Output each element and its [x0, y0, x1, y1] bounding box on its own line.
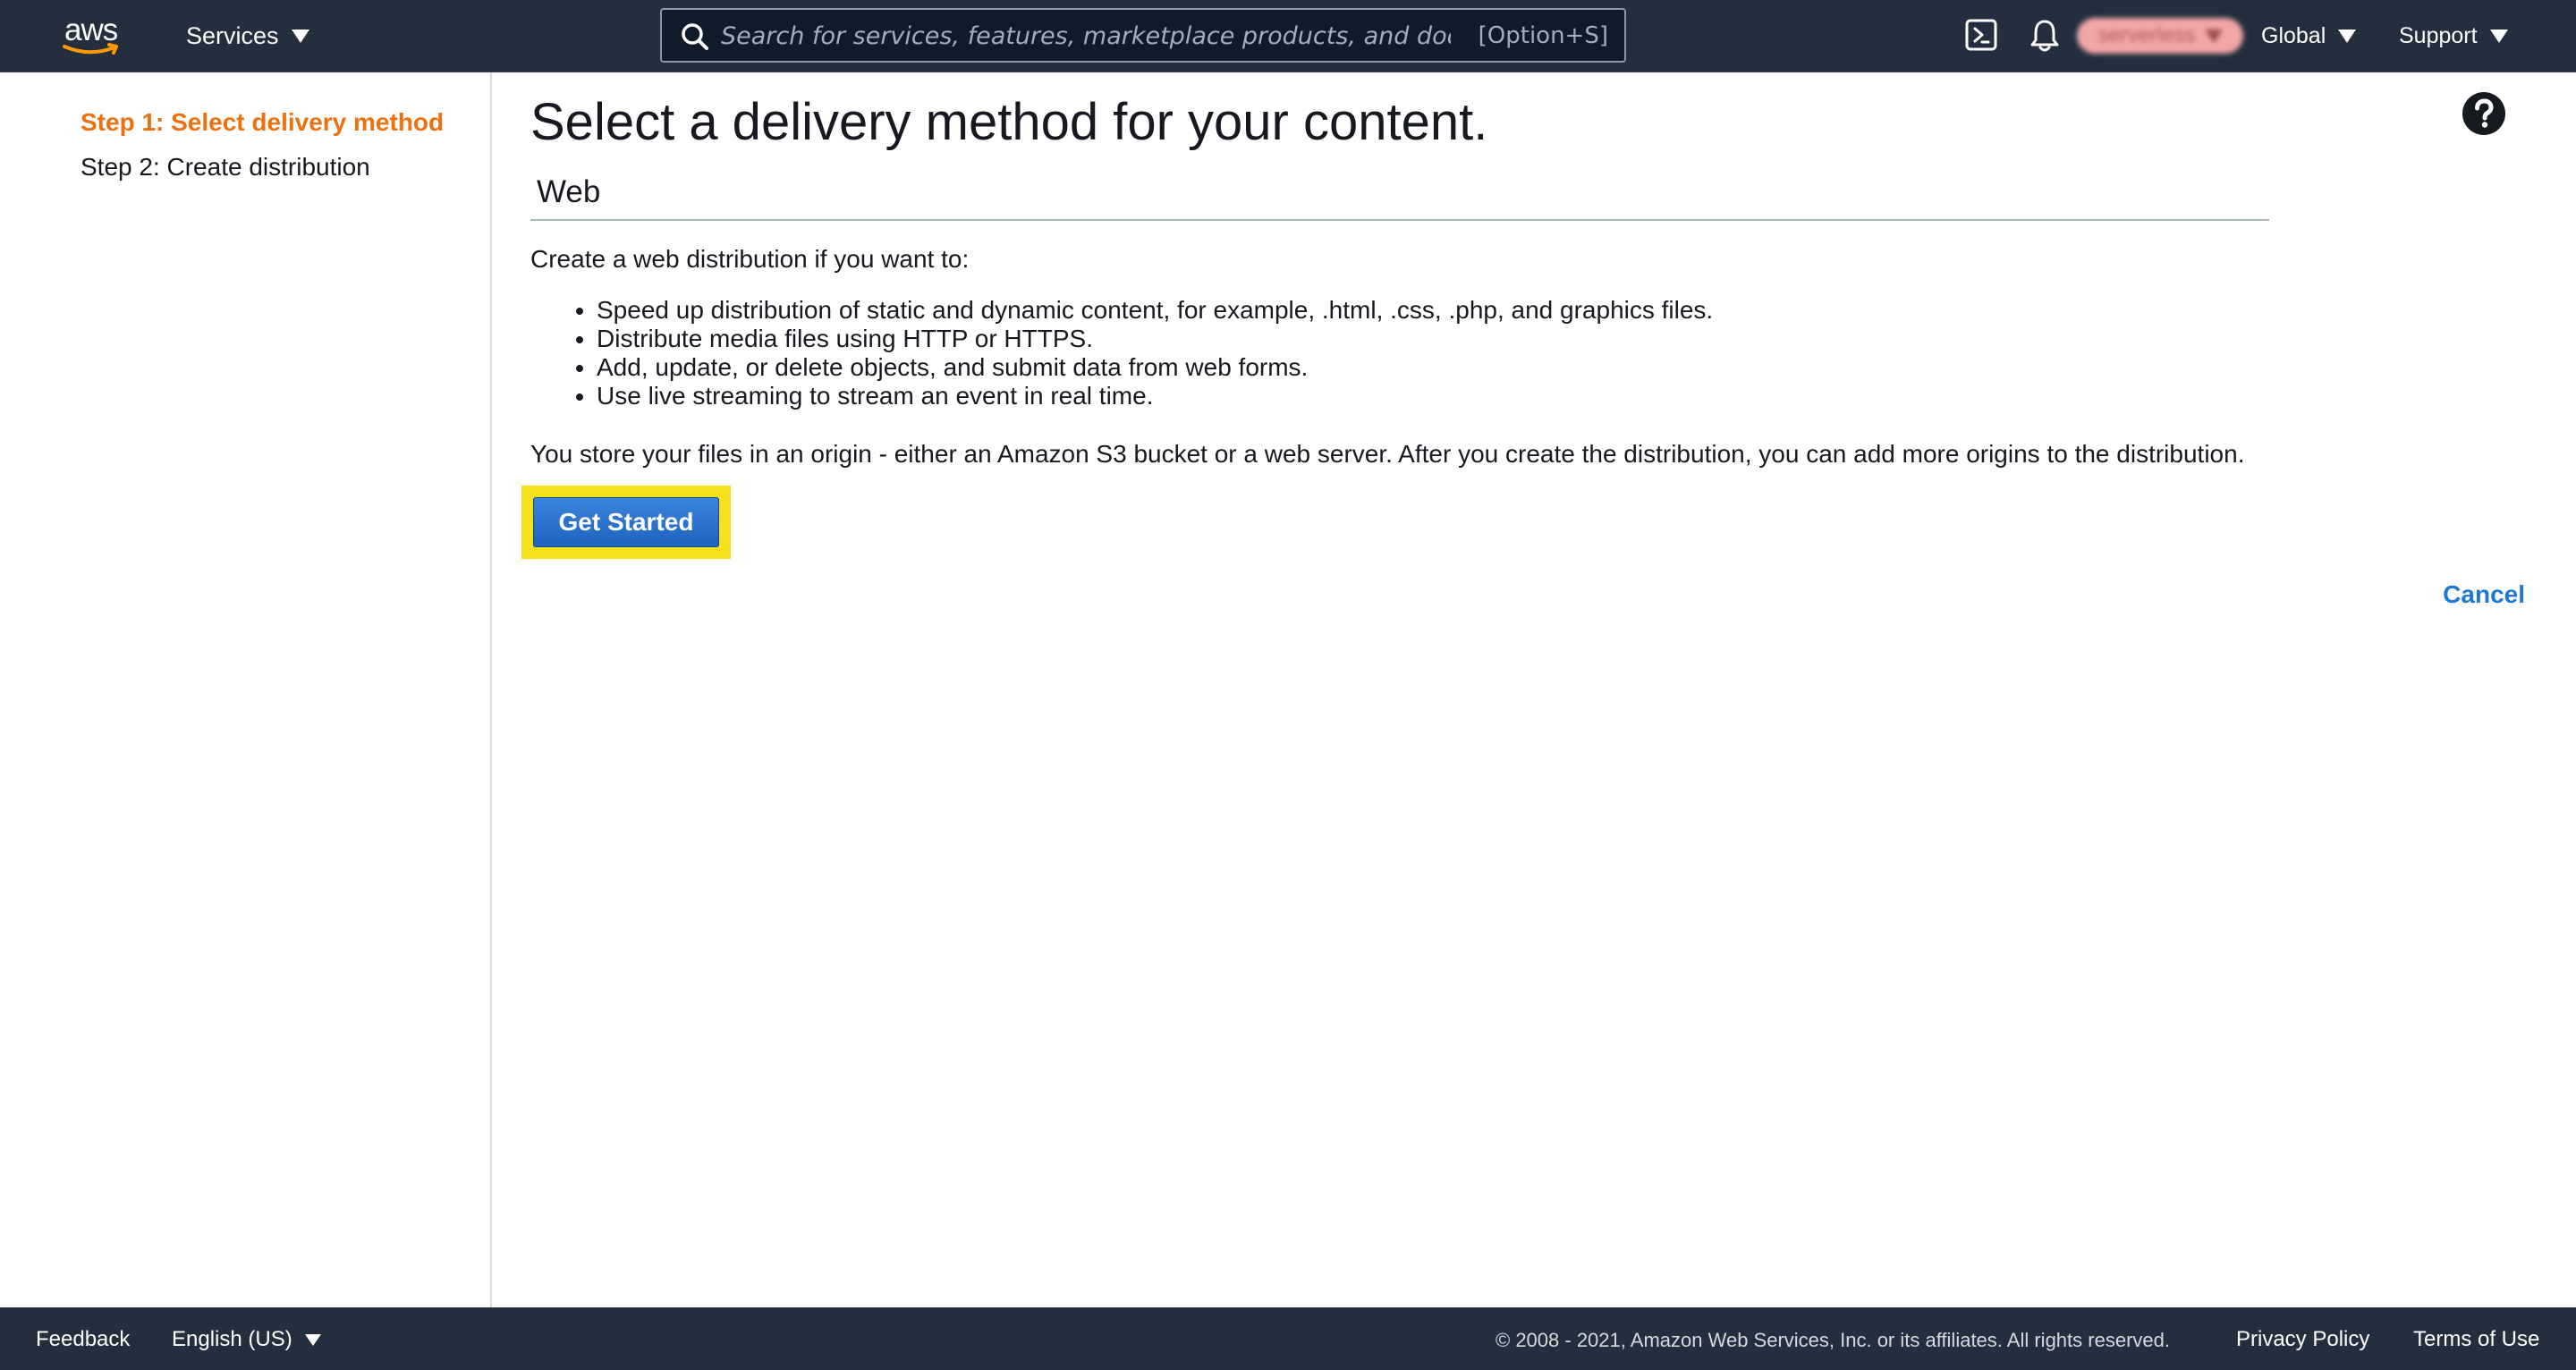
web-distribution-uses-list: Speed up distribution of static and dyna…	[530, 296, 1713, 410]
copyright-text: © 2008 - 2021, Amazon Web Services, Inc.…	[1496, 1329, 2170, 1351]
region-label: Global	[2261, 22, 2326, 48]
chevron-down-icon	[304, 1333, 321, 1346]
section-divider	[530, 219, 2269, 221]
get-started-button[interactable]: Get Started	[533, 497, 719, 547]
language-label: English (US)	[172, 1327, 292, 1351]
aws-smile-icon	[63, 43, 118, 55]
search-input[interactable]	[719, 17, 1453, 55]
services-menu[interactable]: Services	[186, 18, 309, 54]
footer: Feedback English (US) © 2008 - 2021, Ama…	[0, 1307, 2576, 1370]
account-name: serverless	[2097, 23, 2196, 47]
main-content: Select a delivery method for your conten…	[494, 72, 2576, 1307]
list-item: Use live streaming to stream an event in…	[597, 382, 1713, 410]
chevron-down-icon	[2204, 29, 2223, 43]
terms-of-use-link[interactable]: Terms of Use	[2413, 1327, 2539, 1352]
help-icon[interactable]	[2462, 91, 2506, 136]
intro-text: Create a web distribution if you want to…	[530, 245, 970, 273]
support-menu[interactable]: Support	[2399, 18, 2508, 54]
language-selector[interactable]: English (US)	[172, 1327, 321, 1352]
chevron-down-icon	[291, 29, 309, 43]
cancel-link[interactable]: Cancel	[2443, 580, 2525, 609]
feedback-link[interactable]: Feedback	[36, 1327, 130, 1352]
region-menu[interactable]: Global	[2261, 18, 2357, 54]
search-bar[interactable]: [Option+S]	[660, 8, 1626, 63]
top-navigation-bar: aws Services [Option+S] serverless Globa…	[0, 0, 2576, 72]
page-title: Select a delivery method for your conten…	[530, 93, 1488, 151]
step-select-delivery-method[interactable]: Step 1: Select delivery method	[80, 108, 444, 137]
services-label: Services	[186, 21, 279, 49]
aws-logo[interactable]: aws	[63, 13, 127, 59]
list-item: Distribute media files using HTTP or HTT…	[597, 325, 1713, 353]
bell-icon[interactable]	[2029, 18, 2061, 54]
support-label: Support	[2399, 22, 2478, 48]
chevron-down-icon	[2489, 29, 2508, 43]
chevron-down-icon	[2338, 29, 2357, 43]
privacy-policy-link[interactable]: Privacy Policy	[2236, 1327, 2369, 1352]
list-item: Speed up distribution of static and dyna…	[597, 296, 1713, 325]
section-title-web: Web	[537, 174, 601, 209]
origin-note: You store your files in an origin - eith…	[530, 440, 2245, 468]
account-menu[interactable]: serverless	[2077, 18, 2243, 54]
search-icon	[682, 23, 708, 50]
list-item: Add, update, or delete objects, and subm…	[597, 353, 1713, 382]
cloudshell-icon[interactable]	[1964, 18, 1998, 52]
step-create-distribution[interactable]: Step 2: Create distribution	[80, 153, 370, 182]
search-shortcut-hint: [Option+S]	[1478, 22, 1608, 49]
wizard-steps-sidebar: Step 1: Select delivery method Step 2: C…	[0, 72, 492, 1307]
